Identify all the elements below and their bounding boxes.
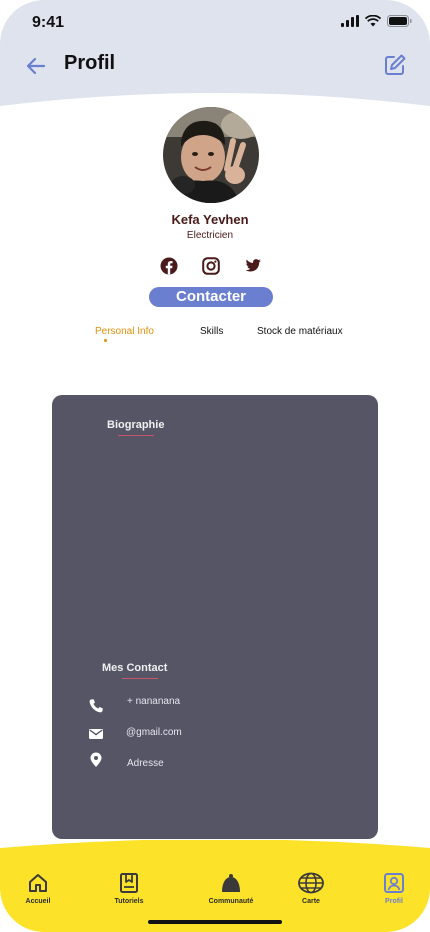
tab-skills[interactable]: Skills <box>200 326 223 337</box>
home-icon <box>29 874 47 892</box>
profile-job: Electricien <box>186 230 234 241</box>
phone-icon <box>89 699 103 713</box>
wifi-icon <box>365 15 381 27</box>
biography-underline <box>118 435 154 436</box>
signal-icon <box>341 15 359 27</box>
globe-icon <box>298 872 324 894</box>
profile-name: Kefa Yevhen <box>171 212 249 227</box>
twitter-icon[interactable] <box>244 257 262 275</box>
nav-communaute-label: Communauté <box>208 898 254 905</box>
nav-carte[interactable]: Carte <box>281 872 341 905</box>
location-icon <box>90 752 102 767</box>
page-title: Profil <box>64 52 116 74</box>
nav-tutoriels[interactable]: Tutoriels <box>99 872 159 905</box>
nav-tutoriels-label: Tutoriels <box>114 898 144 905</box>
back-arrow-icon[interactable] <box>24 54 48 78</box>
nav-profil-label: Profil <box>385 898 403 905</box>
edit-icon[interactable] <box>382 52 408 78</box>
mail-icon <box>89 729 103 739</box>
contact-email: @gmail.com <box>126 727 182 738</box>
home-indicator <box>148 920 282 924</box>
status-bar: 9:41 <box>0 0 430 44</box>
biography-title: Biographie <box>107 419 165 431</box>
book-icon <box>120 873 138 893</box>
profile-card: Biographie Mes Contact + nananana @gmail… <box>52 395 378 839</box>
nav-profil[interactable]: Profil <box>364 872 424 905</box>
profile-icon <box>384 873 404 893</box>
tab-active-indicator <box>104 339 107 342</box>
phone-screen: 9:41 Profil Kefa Yevhen Electricien Cont… <box>0 0 430 932</box>
nav-accueil[interactable]: Accueil <box>8 872 68 905</box>
facebook-icon[interactable] <box>160 257 178 275</box>
tab-personal-info[interactable]: Personal Info <box>95 326 154 337</box>
contact-phone: + nananana <box>127 696 181 707</box>
nav-accueil-label: Accueil <box>25 898 51 905</box>
status-time: 9:41 <box>32 14 65 31</box>
avatar-photo <box>163 107 259 203</box>
battery-icon <box>387 15 412 27</box>
contact-address: Adresse <box>127 758 164 769</box>
app-header: Profil <box>0 44 430 88</box>
tab-stock-materiaux[interactable]: Stock de matériaux <box>257 326 343 337</box>
contacts-underline <box>122 678 158 679</box>
contacts-title: Mes Contact <box>102 662 168 674</box>
nav-communaute[interactable]: Communauté <box>201 872 261 905</box>
avatar <box>163 107 259 203</box>
instagram-icon[interactable] <box>202 257 220 275</box>
contact-button[interactable]: Contacter <box>149 287 273 307</box>
status-icons <box>341 15 412 27</box>
nav-carte-label: Carte <box>302 898 320 905</box>
bell-icon <box>222 874 240 892</box>
